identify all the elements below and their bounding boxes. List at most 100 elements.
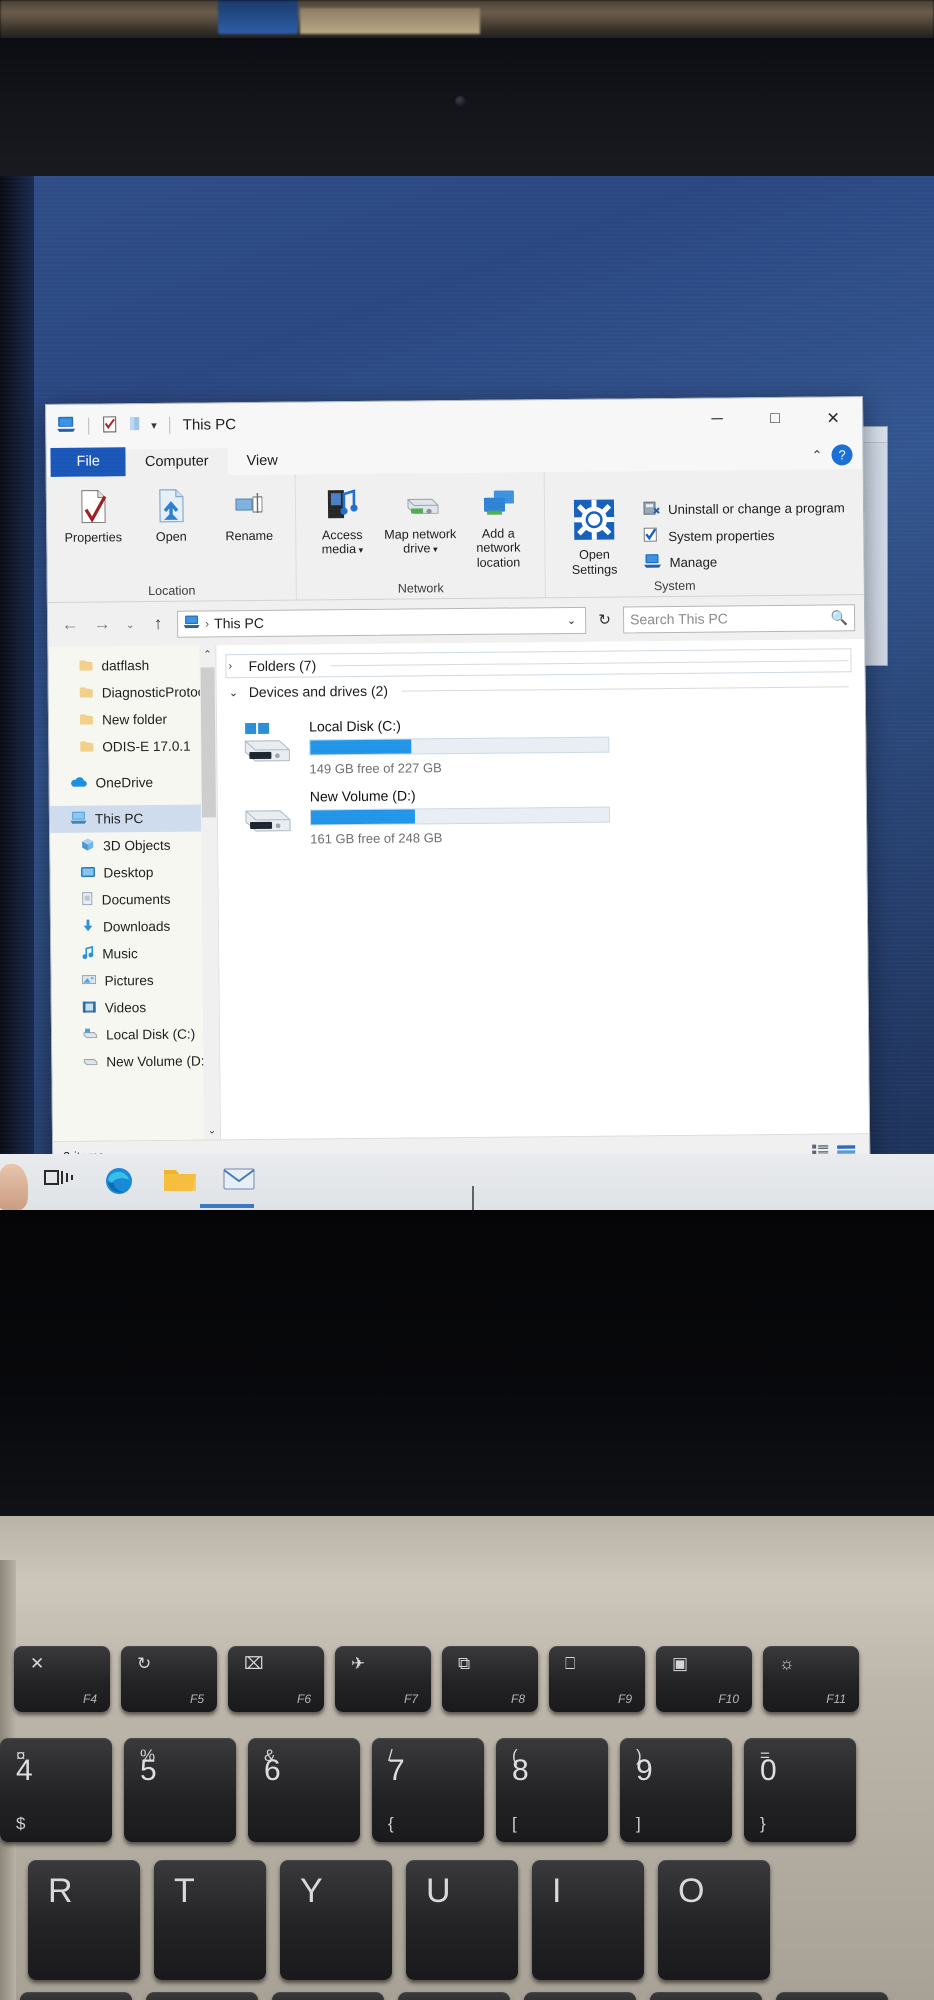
up-button[interactable]: ↑ (145, 611, 171, 637)
back-button[interactable]: ← (57, 612, 83, 638)
add-network-location-button[interactable]: Add a network location (460, 478, 537, 570)
screen-edge-shadow (0, 176, 34, 1186)
nav-item-datflash[interactable]: datflash (48, 651, 215, 680)
address-bar[interactable]: › This PC ⌄ (176, 606, 587, 638)
key-f8[interactable]: ⧉ F8 (442, 1646, 538, 1712)
keyboard-number-row: ¤ 4 $ % 5 & 6 / 7 { ( 8 [) 9] = 0} (0, 1738, 856, 1842)
nav-item-onedrive[interactable]: OneDrive (50, 768, 217, 797)
nav-item-new-volume-d[interactable]: New Volume (D:) (52, 1047, 219, 1076)
nav-item-downloads[interactable]: Downloads (51, 912, 218, 941)
navpane-scroll-up-button[interactable]: ⌃ (199, 645, 216, 664)
key-partial-7[interactable] (776, 1992, 888, 2000)
music-icon (81, 945, 94, 963)
nav-item-desktop[interactable]: Desktop (50, 858, 217, 887)
key-y[interactable]: Y (280, 1860, 392, 1980)
key-letter-label: R (48, 1872, 73, 1910)
key-4[interactable]: ¤ 4 $ (0, 1738, 112, 1842)
group-header-folders[interactable]: › Folders (7) (225, 648, 852, 679)
chevron-down-icon[interactable]: ⌄ (229, 686, 241, 699)
nav-item-new-folder[interactable]: New folder (49, 705, 216, 734)
rename-button[interactable]: Rename (211, 481, 288, 544)
key-partial-3[interactable] (272, 1992, 384, 2000)
nav-item-diagnosticprotoc[interactable]: DiagnosticProtoc (49, 678, 216, 707)
key-partial-6[interactable] (650, 1992, 762, 2000)
search-box[interactable]: Search This PC 🔍 (622, 603, 856, 633)
breadcrumb-this-pc[interactable]: This PC (214, 615, 264, 631)
access-media-button[interactable]: Access media ▾ (304, 480, 381, 572)
nav-item-videos[interactable]: Videos (52, 993, 219, 1022)
access-media-label: Access media ▾ (321, 527, 364, 557)
tab-computer[interactable]: Computer (125, 448, 228, 477)
navpane-scroll-thumb[interactable] (200, 667, 216, 818)
nav-item-odis-e[interactable]: ODIS-E 17.0.1 (49, 732, 216, 761)
access-media-caret-icon[interactable]: ▾ (356, 545, 364, 555)
system-properties-item[interactable]: System properties (643, 524, 845, 546)
map-network-drive-caret-icon[interactable]: ▾ (430, 545, 438, 555)
key-9[interactable]: ) 9 ] (620, 1738, 732, 1842)
key-u[interactable]: U (406, 1860, 518, 1980)
key-partial-1[interactable] (20, 1992, 132, 2000)
key-partial-2[interactable] (146, 1992, 258, 2000)
uninstall-program-item[interactable]: Uninstall or change a program (643, 497, 845, 519)
key-8[interactable]: ( 8 [ (496, 1738, 608, 1842)
close-button[interactable]: ✕ (804, 397, 862, 440)
taskbar-item-task-view[interactable] (42, 1165, 76, 1199)
key-6[interactable]: & 6 (248, 1738, 360, 1842)
taskbar-item-file-explorer[interactable] (162, 1165, 196, 1199)
tab-view[interactable]: View (227, 448, 296, 476)
group-header-devices-and-drives[interactable]: ⌄ Devices and drives (2) (227, 675, 851, 703)
open-settings-button[interactable]: Open Settings (555, 497, 634, 577)
minimize-button[interactable]: ─ (688, 398, 746, 441)
key-f10[interactable]: ▣ F10 (656, 1646, 752, 1712)
nav-item-documents[interactable]: Documents (51, 885, 218, 914)
collapse-ribbon-icon[interactable]: ⌃ (812, 447, 823, 463)
open-button[interactable]: Open (133, 481, 210, 544)
key-f5[interactable]: ↻ F5 (121, 1646, 217, 1712)
help-icon[interactable]: ? (831, 444, 853, 466)
refresh-button[interactable]: ↻ (592, 606, 617, 633)
key-f6[interactable]: ⌧ F6 (228, 1646, 324, 1712)
nav-item-3d-objects[interactable]: 3D Objects (50, 831, 217, 860)
customize-caret-icon[interactable]: ▾ (151, 418, 157, 431)
maximize-button[interactable]: □ (746, 398, 804, 441)
key-partial-4[interactable] (398, 1992, 510, 2000)
magnifier-icon[interactable]: 🔍 (831, 609, 849, 626)
key-7[interactable]: / 7 { (372, 1738, 484, 1842)
map-network-drive-icon (398, 483, 442, 523)
taskbar-item-mail[interactable] (222, 1165, 256, 1199)
new-folder-icon[interactable] (127, 415, 142, 436)
properties-icon[interactable] (101, 415, 118, 436)
nav-item-local-disk-c[interactable]: Local Disk (C:) (52, 1020, 219, 1049)
search-input[interactable]: Search This PC (630, 610, 728, 627)
key-i[interactable]: I (532, 1860, 644, 1980)
key-f11[interactable]: ☼ F11 (763, 1646, 859, 1712)
key-f7[interactable]: ✈ F7 (335, 1646, 431, 1712)
key-partial-5[interactable] (524, 1992, 636, 2000)
navpane-scroll-down-button[interactable]: ⌄ (203, 1121, 221, 1140)
tab-file[interactable]: File (50, 447, 127, 477)
address-dropdown-icon[interactable]: ⌄ (563, 613, 580, 626)
key-f9[interactable]: ⎕ F9 (549, 1646, 645, 1712)
manage-item[interactable]: Manage (643, 551, 845, 572)
this-pc-icon[interactable] (56, 415, 76, 436)
key-main-label: 9 (636, 1754, 653, 1787)
drive-item-new-volume-d[interactable]: New Volume (D:) 161 GB free of 248 GB (236, 777, 853, 853)
sidebar-item-this-pc[interactable]: This PC (49, 804, 218, 833)
forward-button[interactable]: → (89, 611, 115, 637)
key-f4[interactable]: ✕ F4 (14, 1646, 110, 1712)
key-0[interactable]: = 0 } (744, 1738, 856, 1842)
chevron-right-icon[interactable]: › (228, 660, 240, 672)
key-t[interactable]: T (154, 1860, 266, 1980)
properties-button[interactable]: Properties (55, 482, 132, 545)
nav-item-music[interactable]: Music (51, 939, 218, 968)
map-network-drive-button[interactable]: Map network drive ▾ (382, 479, 459, 571)
recent-locations-button[interactable]: ⌄ (121, 611, 139, 637)
drive-item-local-disk-c[interactable]: Local Disk (C:) 149 GB free of 227 GB (235, 707, 852, 783)
taskbar-item-microsoft-edge[interactable] (102, 1165, 136, 1199)
nav-item-pictures[interactable]: Pictures (51, 966, 218, 995)
system-commands-list: Uninstall or change a program System pro… (643, 495, 845, 576)
key-r[interactable]: R (28, 1860, 140, 1980)
key-5[interactable]: % 5 (124, 1738, 236, 1842)
key-o[interactable]: O (658, 1860, 770, 1980)
ribbon: Properties Open Rename Location Access m… (46, 469, 864, 603)
